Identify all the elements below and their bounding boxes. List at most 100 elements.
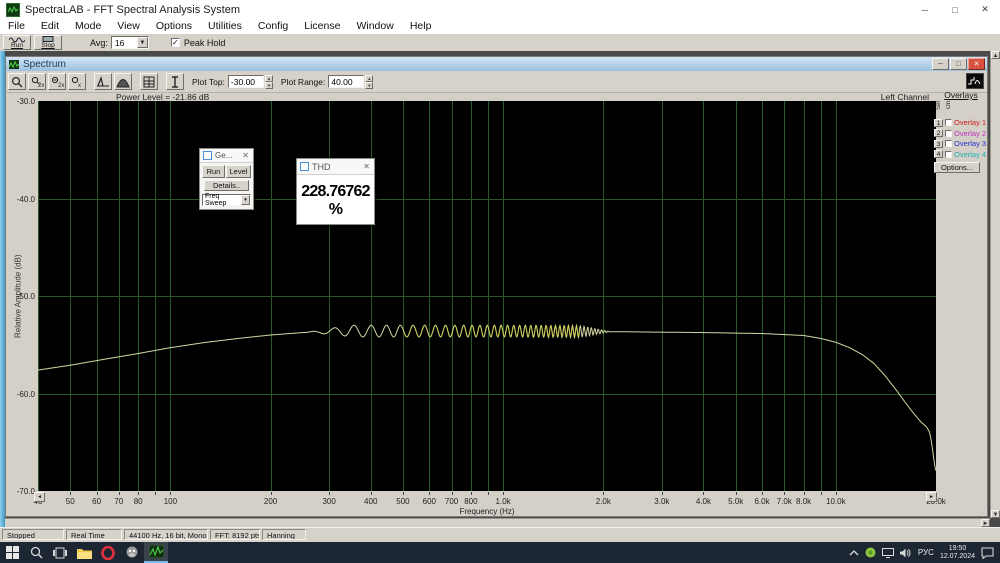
generator-close-icon[interactable]: ✕ bbox=[242, 151, 249, 160]
horizontal-scrollbar[interactable]: ► bbox=[5, 518, 990, 527]
overlays-options-button[interactable]: Options... bbox=[934, 162, 980, 173]
start-button[interactable] bbox=[0, 542, 24, 563]
volume-tray-icon[interactable] bbox=[900, 548, 912, 558]
zoom-in-2x-button[interactable]: 2x bbox=[28, 73, 46, 90]
search-button[interactable] bbox=[24, 542, 48, 563]
file-explorer-button[interactable] bbox=[72, 542, 96, 563]
run-button[interactable]: Run bbox=[3, 35, 31, 50]
y-tick-label: -50.0 bbox=[6, 292, 35, 301]
generator-title-bar[interactable]: Ge... ✕ bbox=[200, 149, 253, 163]
avg-select[interactable]: 16 ▼ bbox=[111, 36, 149, 49]
close-button[interactable]: ✕ bbox=[970, 0, 1000, 19]
tray-chevron-icon[interactable] bbox=[849, 550, 859, 556]
x-tick-mark bbox=[762, 492, 763, 495]
stop-button[interactable]: Stop bbox=[34, 35, 62, 50]
keyboard-layout-label[interactable]: РУС bbox=[918, 548, 934, 557]
menu-item-file[interactable]: File bbox=[0, 19, 33, 34]
overlay-checkbox-2[interactable] bbox=[945, 130, 952, 137]
avg-dropdown-arrow[interactable]: ▼ bbox=[137, 37, 148, 48]
window-tool-icon[interactable] bbox=[966, 73, 984, 89]
overlay-col-set-label: Set bbox=[936, 101, 942, 110]
overlay-col-on-label: On bbox=[946, 101, 952, 109]
scroll-up-button[interactable]: ▲ bbox=[991, 51, 1000, 59]
overlay-store-button-1[interactable]: 1 bbox=[934, 119, 943, 127]
cursor-button[interactable] bbox=[166, 73, 184, 90]
plot-range-label: Plot Range: bbox=[281, 77, 325, 87]
x-tick-mark bbox=[603, 492, 604, 495]
x-tick-label: 3.0k bbox=[654, 497, 669, 506]
menu-item-utilities[interactable]: Utilities bbox=[200, 19, 250, 34]
generator-run-button[interactable]: Run bbox=[202, 165, 225, 178]
plot-scroll-left-button[interactable]: ◄ bbox=[34, 492, 45, 502]
vertical-scrollbar[interactable]: ▲ ▼ bbox=[990, 51, 1000, 518]
zoom-reset-button[interactable]: x bbox=[68, 73, 86, 90]
generator-level-button[interactable]: Level bbox=[226, 165, 251, 178]
menu-item-help[interactable]: Help bbox=[402, 19, 440, 34]
folder-icon bbox=[77, 547, 92, 559]
menu-item-window[interactable]: Window bbox=[348, 19, 401, 34]
overlay-checkbox-4[interactable] bbox=[945, 151, 952, 158]
display-tray-icon[interactable] bbox=[882, 548, 894, 558]
clock-time: 19:50 bbox=[940, 545, 975, 553]
plot-range-input[interactable]: 40.00 bbox=[328, 75, 364, 88]
overlay-store-button-2[interactable]: 2 bbox=[934, 129, 943, 137]
bar-display-button[interactable] bbox=[114, 73, 132, 90]
grid-options-button[interactable] bbox=[140, 73, 158, 90]
plot-top-spinner[interactable]: ▲▼ bbox=[265, 75, 273, 89]
overlay-store-button-4[interactable]: 4 bbox=[934, 150, 943, 158]
overlay-row: 2Overlay 2 bbox=[934, 128, 988, 138]
menu-item-view[interactable]: View bbox=[109, 19, 148, 34]
spectrum-maximize-button[interactable]: □ bbox=[950, 58, 967, 70]
spectralab-taskbar-button[interactable] bbox=[144, 542, 168, 563]
scroll-right-button[interactable]: ► bbox=[981, 519, 990, 527]
overlay-checkbox-3[interactable] bbox=[945, 140, 952, 147]
x-tick-label: 7.0k bbox=[777, 497, 792, 506]
thd-close-icon[interactable]: ✕ bbox=[363, 162, 370, 171]
menu-item-mode[interactable]: Mode bbox=[67, 19, 109, 34]
menu-item-edit[interactable]: Edit bbox=[33, 19, 67, 34]
main-toolbar: Run Stop Avg: 16 ▼ ✓ Peak Hold bbox=[0, 34, 1000, 52]
x-tick-mark bbox=[429, 492, 430, 495]
opera-button[interactable] bbox=[96, 542, 120, 563]
overlay-checkbox-1[interactable] bbox=[945, 119, 952, 126]
task-view-button[interactable] bbox=[48, 542, 72, 563]
clock[interactable]: 19:50 12.07.2024 bbox=[940, 545, 975, 561]
generator-title: Ge... bbox=[215, 151, 242, 160]
gimp-button[interactable] bbox=[120, 542, 144, 563]
spectralab-application: SpectraLAB - FFT Spectral Analysis Syste… bbox=[0, 0, 1000, 563]
spectrum-close-button[interactable]: ✕ bbox=[968, 58, 985, 70]
x-tick-label: 400 bbox=[364, 497, 377, 506]
peak-marker-button[interactable] bbox=[94, 73, 112, 90]
menu-item-license[interactable]: License bbox=[296, 19, 348, 34]
y-tick-label: -30.0 bbox=[6, 97, 35, 106]
plot-top-input[interactable]: -30.00 bbox=[228, 75, 264, 88]
peak-hold-checkbox[interactable]: ✓ bbox=[171, 38, 180, 47]
x-tick-mark bbox=[703, 492, 704, 495]
overlay-store-button-3[interactable]: 3 bbox=[934, 140, 943, 148]
thd-title-bar[interactable]: THD ✕ bbox=[297, 159, 374, 175]
system-tray: РУС 19:50 12.07.2024 bbox=[849, 545, 1000, 561]
thd-dialog: THD ✕ 228.76762 % bbox=[296, 158, 375, 225]
generator-details-button[interactable]: Details.. bbox=[204, 180, 249, 191]
zoom-button[interactable] bbox=[8, 73, 26, 90]
maximize-button[interactable]: □ bbox=[940, 0, 970, 19]
generator-mode-arrow[interactable]: ▾ bbox=[241, 195, 250, 205]
antivirus-tray-icon[interactable] bbox=[865, 547, 876, 558]
spectralab-icon bbox=[149, 545, 164, 558]
minimize-button[interactable]: ─ bbox=[910, 0, 940, 19]
svg-text:2x: 2x bbox=[58, 83, 64, 88]
overlay-row: 3Overlay 3 bbox=[934, 139, 988, 149]
x-tick-label: 50 bbox=[66, 497, 75, 506]
status-panel-3: 44100 Hz, 16 bit, Mono bbox=[124, 529, 208, 540]
plot-range-spinner[interactable]: ▲▼ bbox=[365, 75, 373, 89]
x-tick-mark bbox=[329, 492, 330, 495]
generator-window-icon bbox=[203, 151, 212, 160]
action-center-icon[interactable] bbox=[981, 547, 994, 559]
zoom-out-2x-button[interactable]: 2x bbox=[48, 73, 66, 90]
menu-item-options[interactable]: Options bbox=[148, 19, 200, 34]
scroll-down-button[interactable]: ▼ bbox=[991, 510, 1000, 518]
menu-item-config[interactable]: Config bbox=[250, 19, 296, 34]
spectrum-minimize-button[interactable]: ─ bbox=[932, 58, 949, 70]
plot-scroll-right-button[interactable]: ► bbox=[926, 492, 937, 502]
generator-mode-select[interactable]: Freq Sweep ▾ bbox=[202, 194, 251, 206]
